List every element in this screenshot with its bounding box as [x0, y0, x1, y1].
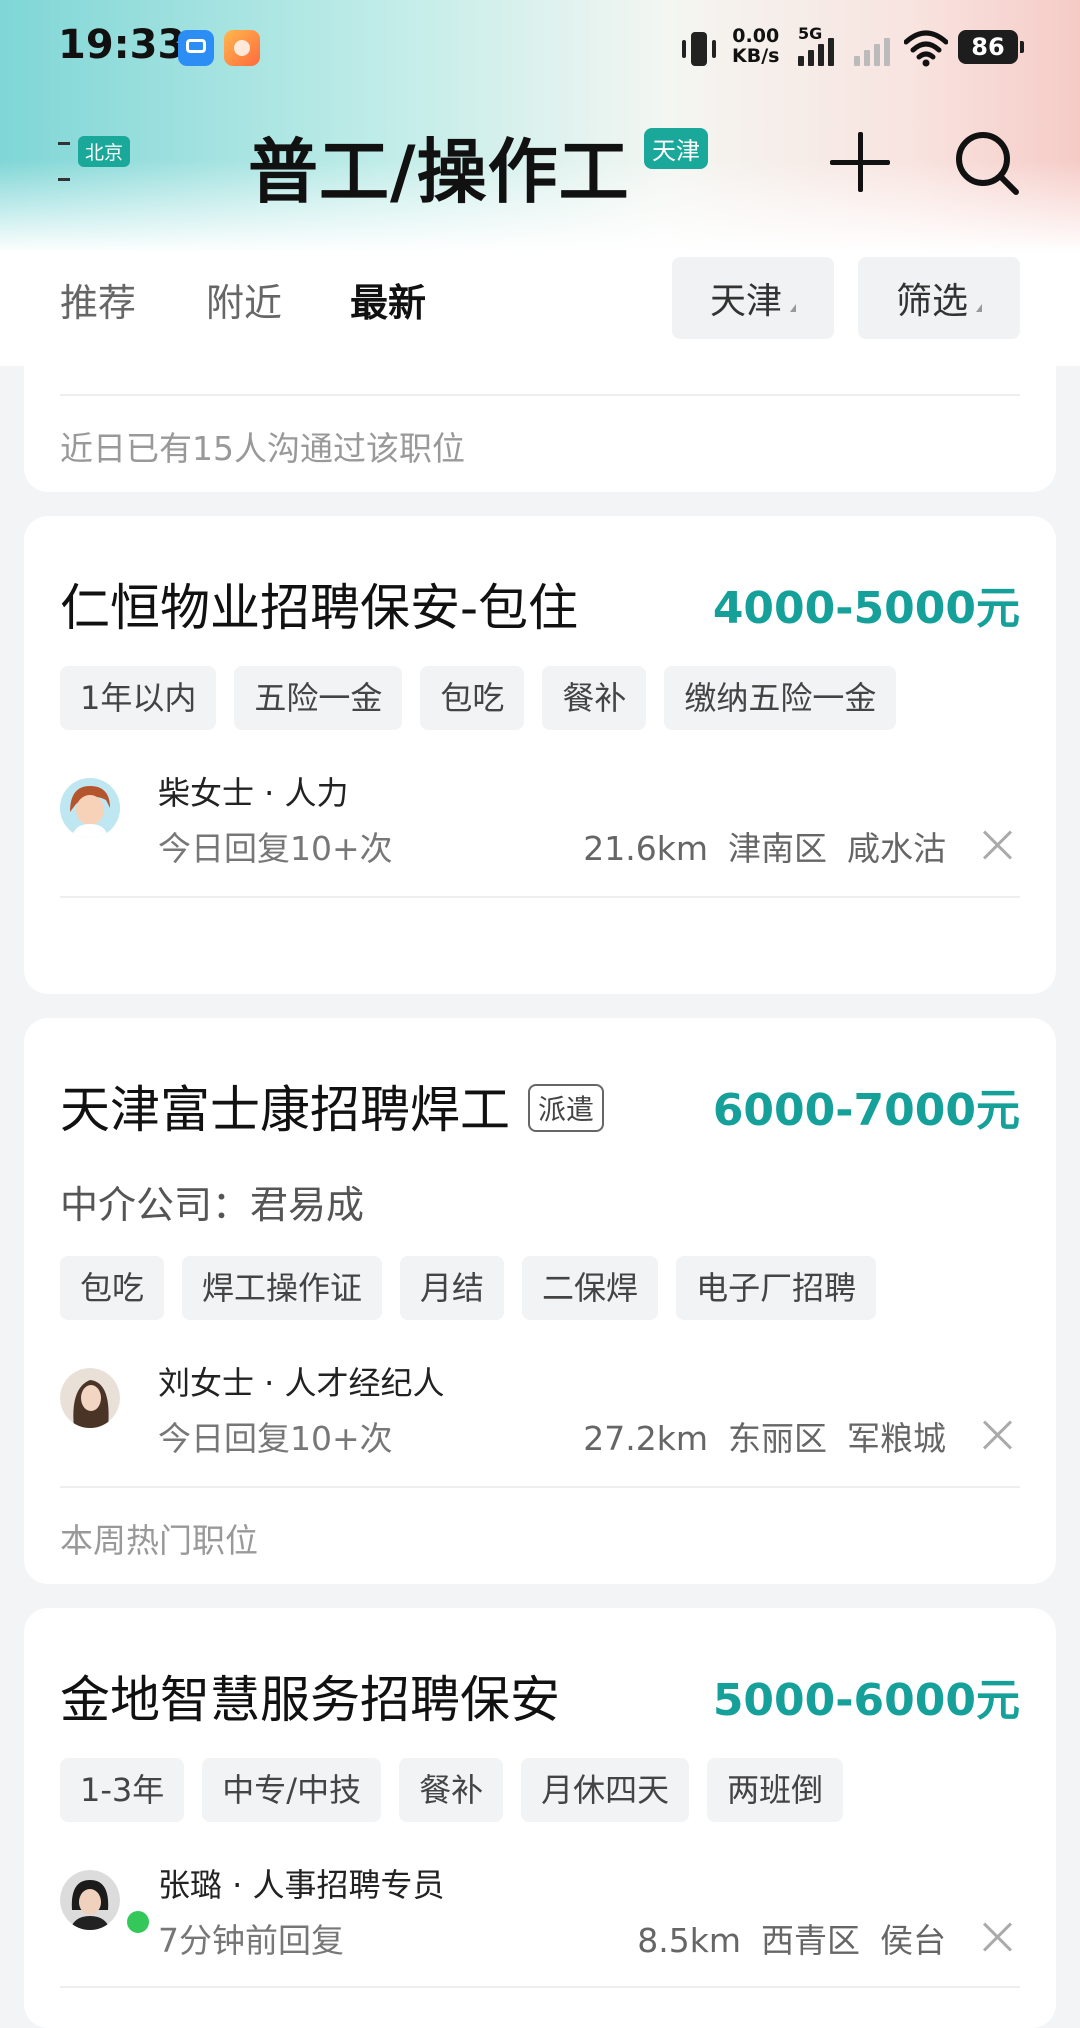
job-title: 金地智慧服务招聘保安 — [60, 1671, 560, 1729]
tab-latest[interactable]: 最新 — [350, 272, 426, 327]
divider — [60, 1486, 1020, 1488]
job-tags: 包吃 焊工操作证 月结 二保焊 电子厂招聘 — [60, 1256, 877, 1320]
job-tag: 月结 — [400, 1256, 505, 1320]
card-note: 近日已有15人沟通过该职位 — [60, 429, 465, 468]
add-button[interactable] — [830, 132, 890, 192]
net-speed-unit: KB/s — [732, 45, 780, 67]
title-city-badge: 天津 — [644, 128, 708, 169]
header: 19:33 0.00 KB/s 5G 86 北京 普工/操作工 天津 推荐 附近… — [0, 0, 1080, 366]
job-area: 军粮城 — [847, 1419, 946, 1458]
signal-icon-2 — [854, 24, 894, 70]
job-tag: 缴纳五险一金 — [664, 666, 897, 730]
job-tag: 月休四天 — [521, 1758, 690, 1822]
avatar — [60, 1870, 120, 1930]
filter-button[interactable]: 筛选 — [858, 257, 1020, 339]
job-location: 27.2km 东丽区 军粮城 — [563, 1412, 946, 1460]
online-status-dot — [124, 1908, 152, 1936]
job-salary: 6000-7000元 — [712, 1085, 1020, 1136]
tab-recommend[interactable]: 推荐 — [60, 272, 136, 327]
job-tag: 餐补 — [399, 1758, 504, 1822]
dropdown-icon — [976, 304, 982, 312]
job-card[interactable]: 金地智慧服务招聘保安 5000-6000元 1-3年 中专/中技 餐补 月休四天… — [24, 1608, 1056, 2028]
divider — [60, 1986, 1020, 1988]
reply-rate: 7分钟前回复 — [158, 1921, 344, 1960]
reply-rate: 今日回复10+次 — [158, 1419, 393, 1458]
job-district: 津南区 — [728, 829, 827, 868]
job-district: 西青区 — [761, 1921, 860, 1960]
job-title: 天津富士康招聘焊工 — [60, 1081, 510, 1139]
location-badge[interactable]: 北京 — [78, 136, 131, 167]
job-salary: 5000-6000元 — [712, 1675, 1020, 1726]
city-filter-label: 天津 — [709, 281, 782, 322]
menu-icon[interactable] — [58, 142, 70, 145]
status-bar: 19:33 0.00 KB/s 5G 86 — [0, 0, 1080, 96]
job-tag: 1年以内 — [60, 666, 217, 730]
recruiter-name: 刘女士 · 人才经纪人 — [158, 1364, 445, 1402]
status-time: 19:33 — [58, 22, 186, 68]
job-area: 侯台 — [880, 1921, 946, 1960]
job-title: 仁恒物业招聘保安-包住 — [60, 579, 579, 637]
vibrate-icon — [682, 30, 716, 70]
dropdown-icon — [790, 304, 796, 312]
city-filter-button[interactable]: 天津 — [672, 257, 834, 339]
job-title-row: 天津富士康招聘焊工 派遣 — [60, 1070, 605, 1142]
reply-rate: 今日回复10+次 — [158, 829, 393, 868]
job-tag: 五险一金 — [234, 666, 403, 730]
agency-badge: 派遣 — [528, 1083, 605, 1132]
notification-app-icon-2 — [224, 30, 260, 66]
job-district: 东丽区 — [728, 1419, 827, 1458]
net-speed: 0.00 KB/s — [732, 26, 779, 66]
job-tags: 1年以内 五险一金 包吃 餐补 缴纳五险一金 — [60, 666, 897, 730]
divider — [60, 394, 1020, 396]
job-tag: 包吃 — [60, 1256, 165, 1320]
job-tag: 1-3年 — [60, 1758, 185, 1822]
notification-app-icon — [178, 30, 214, 66]
card-note: 本周热门职位 — [60, 1521, 258, 1560]
job-distance: 21.6km — [583, 829, 708, 868]
signal-icon: 5G — [798, 24, 844, 70]
job-tag: 包吃 — [420, 666, 525, 730]
job-tag: 餐补 — [542, 666, 647, 730]
job-tags: 1-3年 中专/中技 餐补 月休四天 两班倒 — [60, 1758, 844, 1822]
avatar — [60, 1368, 120, 1428]
job-salary: 4000-5000元 — [712, 583, 1020, 634]
job-tag: 中专/中技 — [202, 1758, 382, 1822]
company-name: 中介公司：君易成 — [60, 1183, 365, 1227]
close-icon[interactable] — [982, 1420, 1012, 1450]
job-area: 咸水沽 — [847, 829, 946, 868]
recruiter-name: 张璐 · 人事招聘专员 — [158, 1866, 445, 1904]
tab-nearby[interactable]: 附近 — [206, 272, 282, 327]
close-icon[interactable] — [982, 830, 1012, 860]
filter-label: 筛选 — [895, 281, 968, 322]
page-title[interactable]: 普工/操作工 — [248, 116, 630, 217]
job-card-partial[interactable]: 近日已有15人沟通过该职位 — [24, 366, 1056, 492]
job-card[interactable]: 仁恒物业招聘保安-包住 4000-5000元 1年以内 五险一金 包吃 餐补 缴… — [24, 516, 1056, 994]
job-tag: 两班倒 — [707, 1758, 844, 1822]
job-tag: 焊工操作证 — [182, 1256, 383, 1320]
avatar — [60, 778, 120, 838]
job-distance: 27.2km — [583, 1419, 708, 1458]
recruiter-name: 柴女士 · 人力 — [158, 774, 349, 812]
divider — [60, 896, 1020, 898]
job-tag: 电子厂招聘 — [676, 1256, 877, 1320]
job-location: 21.6km 津南区 咸水沽 — [563, 822, 946, 870]
net-speed-value: 0.00 — [732, 25, 780, 47]
close-icon[interactable] — [982, 1922, 1012, 1952]
battery-indicator: 86 — [958, 30, 1024, 64]
wifi-icon — [904, 30, 948, 67]
job-location: 8.5km 西青区 侯台 — [617, 1914, 946, 1962]
search-icon[interactable] — [954, 130, 1020, 196]
job-distance: 8.5km — [637, 1921, 741, 1960]
menu-icon-line — [58, 178, 70, 181]
job-card[interactable]: 天津富士康招聘焊工 派遣 6000-7000元 中介公司：君易成 包吃 焊工操作证… — [24, 1018, 1056, 1584]
job-tag: 二保焊 — [522, 1256, 659, 1320]
